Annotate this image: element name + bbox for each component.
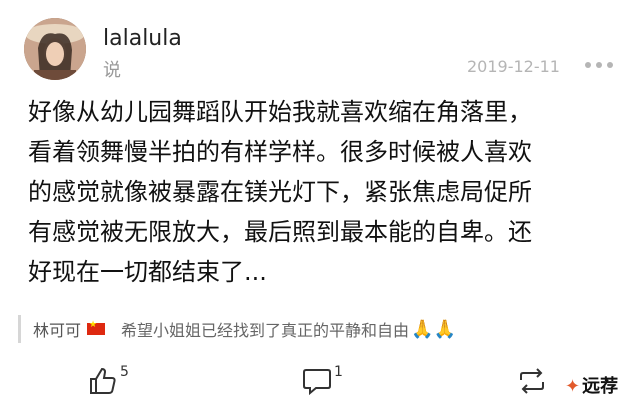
like-button[interactable]: 5	[88, 364, 129, 396]
post-line: 有感觉被无限放大，最后照到最本能的自卑。还	[28, 218, 532, 246]
share-button[interactable]	[515, 366, 549, 396]
repost-icon	[520, 368, 544, 394]
china-flag-icon	[87, 320, 106, 335]
watermark: ✦ 远荐	[565, 372, 618, 398]
more-dot	[607, 62, 613, 68]
post-line: 好现在一切都结束了...	[28, 258, 267, 286]
more-dot	[596, 62, 602, 68]
post-date: 2019-12-11	[467, 57, 560, 76]
action-label: 说	[103, 60, 121, 81]
reply-comment[interactable]: 林可可 希望小姐姐已经找到了真正的平静和自由 🙏🙏	[18, 315, 633, 343]
reply-author[interactable]: 林可可	[33, 317, 81, 341]
username[interactable]: lalalula	[103, 26, 182, 51]
like-count: 5	[120, 364, 129, 380]
comment-icon	[303, 369, 331, 396]
post-line: 的感觉就像被暴露在镁光灯下，紧张焦虑局促所	[28, 178, 532, 206]
avatar[interactable]	[24, 18, 86, 80]
thumbs-up-icon	[90, 367, 116, 394]
more-dot	[585, 62, 591, 68]
watermark-text: 远荐	[582, 376, 619, 397]
watermark-logo-icon: ✦	[565, 376, 581, 397]
reply-text: 希望小姐姐已经找到了真正的平静和自由	[121, 321, 410, 340]
post-line: 好像从幼儿园舞蹈队开始我就喜欢缩在角落里，	[28, 98, 532, 126]
pray-emoji: 🙏🙏	[411, 318, 456, 340]
comment-count: 1	[334, 364, 343, 380]
more-dots-icon[interactable]	[585, 62, 613, 70]
post-line: 看着领舞慢半拍的有样学样。很多时候被人喜欢	[28, 138, 532, 166]
post-body: 好像从幼儿园舞蹈队开始我就喜欢缩在角落里， 看着领舞慢半拍的有样学样。很多时候被…	[28, 92, 613, 292]
comment-button[interactable]: 1	[302, 364, 343, 396]
action-bar: 5 1	[0, 360, 641, 410]
